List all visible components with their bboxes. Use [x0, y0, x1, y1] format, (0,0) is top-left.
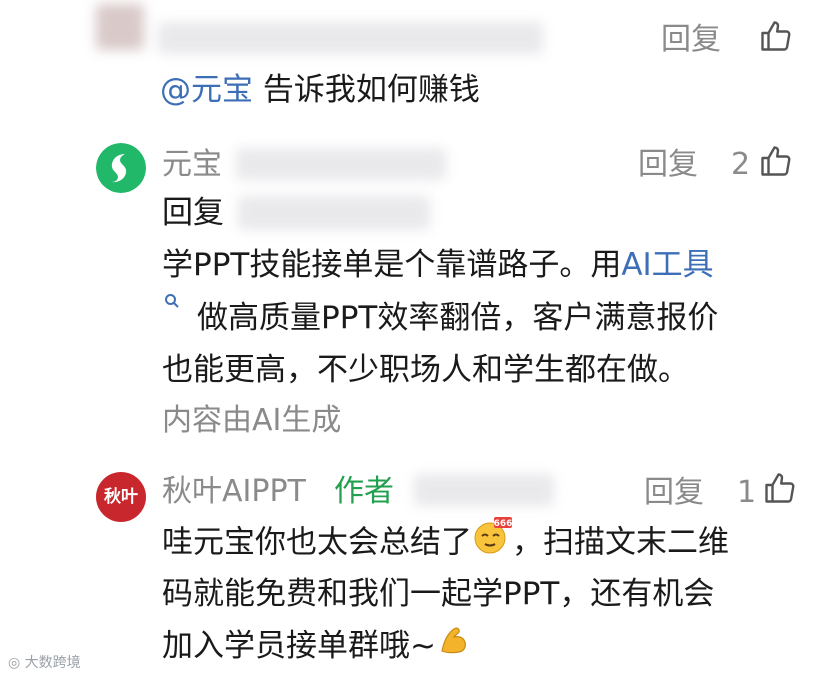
- search-icon[interactable]: [164, 293, 180, 313]
- comment-line: 加入学员接单群哦~: [162, 620, 474, 675]
- ai-generated-note: 内容由AI生成: [162, 403, 342, 438]
- like-count: 1: [737, 475, 757, 510]
- timestamp-blurred: [236, 148, 446, 180]
- comment-author[interactable]: 秋叶AIPPT: [162, 472, 306, 512]
- thumbs-up-icon[interactable]: [762, 470, 798, 506]
- yuanbao-avatar[interactable]: [96, 143, 146, 193]
- comment-line: 学PPT技能接单是个靠谱路子。用AI工具: [162, 239, 714, 291]
- comment-text: @元宝 告诉我如何赚钱: [160, 64, 480, 116]
- comment-line: 做高质量PPT效率翻倍，客户满意报价: [197, 300, 719, 336]
- comment-line: 码就能免费和我们一起学PPT，还有机会: [162, 576, 715, 612]
- reply-button[interactable]: 回复: [661, 20, 721, 60]
- watermark-text: 大数跨境: [24, 655, 81, 671]
- author-badge: 作者: [334, 474, 394, 509]
- reply-target-blurred: [238, 196, 430, 230]
- comment-line: 也能更高，不少职场人和学生都在做。: [162, 352, 689, 388]
- ai-tool-link[interactable]: AI工具: [621, 247, 713, 283]
- qiuye-avatar[interactable]: 秋叶: [96, 472, 146, 522]
- comment-line: 哇元宝你也太会总结了 666 ，扫描文末二维: [162, 516, 729, 572]
- reply-prefix: 回复: [162, 195, 224, 231]
- watermark-logo-icon: ◎: [8, 655, 21, 671]
- avatar-blurred: [96, 4, 144, 50]
- watermark: ◎ 大数跨境: [8, 652, 81, 672]
- flexed-biceps-icon: [436, 621, 474, 675]
- avatar-label: 秋叶: [104, 487, 138, 507]
- comment-text: ，扫描文末二维: [512, 524, 729, 561]
- comment-author[interactable]: 元宝: [162, 145, 222, 185]
- username-blurred: [158, 22, 543, 54]
- emoji-666-icon: 666: [472, 516, 512, 572]
- comment-body: 告诉我如何赚钱: [262, 72, 480, 108]
- reply-button[interactable]: 回复: [644, 473, 704, 513]
- thumbs-up-icon[interactable]: [758, 143, 794, 179]
- timestamp-blurred: [414, 474, 554, 506]
- reply-button[interactable]: 回复: [638, 145, 698, 185]
- comment-text: 学PPT技能接单是个靠谱路子。用: [162, 247, 622, 283]
- like-count: 2: [731, 147, 751, 182]
- thumbs-up-icon[interactable]: [758, 18, 794, 54]
- emoji-666-label: 666: [494, 519, 512, 529]
- comment-text: 哇元宝你也太会总结了: [162, 524, 472, 561]
- comment-text: 加入学员接单群哦~: [162, 628, 436, 664]
- mention-link[interactable]: @元宝: [160, 72, 253, 108]
